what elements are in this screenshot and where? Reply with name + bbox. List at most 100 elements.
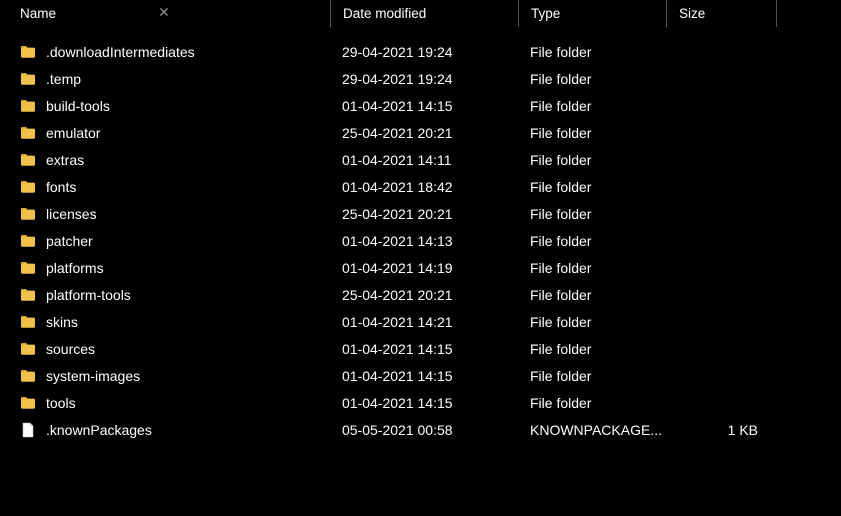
cell-size xyxy=(666,38,776,65)
file-name: build-tools xyxy=(46,98,110,114)
file-date: 01-04-2021 14:15 xyxy=(342,98,453,114)
file-icon xyxy=(20,422,36,438)
cell-date: 01-04-2021 14:15 xyxy=(330,92,518,119)
cell-type: File folder xyxy=(518,308,666,335)
file-name: .knownPackages xyxy=(46,422,152,438)
column-header-spacer xyxy=(776,0,841,27)
cell-date: 01-04-2021 14:19 xyxy=(330,254,518,281)
file-date: 01-04-2021 14:11 xyxy=(342,152,452,168)
table-row[interactable]: sources01-04-2021 14:15File folder xyxy=(0,335,841,362)
file-date: 25-04-2021 20:21 xyxy=(342,206,453,222)
cell-size xyxy=(666,173,776,200)
file-size: 1 KB xyxy=(728,422,758,438)
cell-name: platforms xyxy=(0,254,330,281)
cell-date: 01-04-2021 14:15 xyxy=(330,335,518,362)
file-name: .temp xyxy=(46,71,81,87)
file-date: 01-04-2021 14:21 xyxy=(342,314,453,330)
table-row[interactable]: emulator 25-04-2021 20:21File folder xyxy=(0,119,841,146)
cell-date: 05-05-2021 00:58 xyxy=(330,416,518,443)
cell-type: File folder xyxy=(518,335,666,362)
file-name: .downloadIntermediates xyxy=(46,44,195,60)
file-type: File folder xyxy=(530,44,591,60)
cell-date: 01-04-2021 18:42 xyxy=(330,173,518,200)
cell-type: File folder xyxy=(518,281,666,308)
table-row[interactable]: patcher 01-04-2021 14:13 File folder xyxy=(0,227,841,254)
folder-icon xyxy=(20,98,36,114)
table-row[interactable]: platform-tools 25-04-2021 20:21 File folde… xyxy=(0,281,841,308)
cell-size xyxy=(666,362,776,389)
close-icon[interactable]: ✕ xyxy=(158,4,170,21)
cell-size xyxy=(666,308,776,335)
table-row[interactable]: platforms 01-04-2021 14:19 File folder xyxy=(0,254,841,281)
table-row[interactable]: build-tools 01-04-2021 14:15 File folder xyxy=(0,92,841,119)
table-row[interactable]: tools 01-04-2021 14:15 File folder xyxy=(0,389,841,416)
cell-name: .temp xyxy=(0,65,330,92)
cell-type: File folder xyxy=(518,254,666,281)
cell-type: File folder xyxy=(518,227,666,254)
cell-date: 01-04-2021 14:15 xyxy=(330,389,518,416)
cell-type: File folder xyxy=(518,119,666,146)
cell-name: emulator xyxy=(0,119,330,146)
table-row[interactable]: system-images 01-04-2021 14:15 File folder xyxy=(0,362,841,389)
table-row[interactable]: .knownPackages 05-05-2021 00:58 KNOWNPACKA… xyxy=(0,416,841,443)
file-date: 01-04-2021 14:19 xyxy=(342,260,453,276)
folder-icon xyxy=(20,44,36,60)
file-type: File folder xyxy=(530,341,591,357)
file-date: 29-04-2021 19:24 xyxy=(342,71,453,87)
folder-icon xyxy=(20,179,36,195)
column-header-type[interactable]: Type xyxy=(518,0,666,27)
table-row[interactable]: licenses 25-04-2021 20:21 File folder xyxy=(0,200,841,227)
cell-type: File folder xyxy=(518,173,666,200)
cell-type: File folder xyxy=(518,200,666,227)
cell-size xyxy=(666,389,776,416)
cell-size xyxy=(666,335,776,362)
cell-date: 01-04-2021 14:13 xyxy=(330,227,518,254)
file-date: 01-04-2021 18:42 xyxy=(342,179,453,195)
table-row[interactable]: skins01-04-2021 14:21File folder xyxy=(0,308,841,335)
table-row[interactable]: .temp 29-04-2021 19:24 File folder xyxy=(0,65,841,92)
file-type: File folder xyxy=(530,314,591,330)
column-header-date[interactable]: Date modified xyxy=(330,0,518,27)
cell-size xyxy=(666,92,776,119)
cell-date: 25-04-2021 20:21 xyxy=(330,119,518,146)
file-type: KNOWNPACKAGE... xyxy=(530,422,662,438)
file-type: File folder xyxy=(530,71,591,87)
table-row[interactable]: extras01-04-2021 14:11File folder xyxy=(0,146,841,173)
file-type: File folder xyxy=(530,98,591,114)
column-header-size[interactable]: Size xyxy=(666,0,776,27)
cell-name: build-tools xyxy=(0,92,330,119)
folder-icon xyxy=(20,314,36,330)
file-name: tools xyxy=(46,395,76,411)
file-date: 01-04-2021 14:15 xyxy=(342,395,453,411)
file-type: File folder xyxy=(530,368,591,384)
file-type: File folder xyxy=(530,179,591,195)
file-name: system-images xyxy=(46,368,140,384)
cell-name: licenses xyxy=(0,200,330,227)
file-type: File folder xyxy=(530,395,591,411)
cell-date: 01-04-2021 14:21 xyxy=(330,308,518,335)
file-name: fonts xyxy=(46,179,76,195)
file-date: 01-04-2021 14:15 xyxy=(342,368,453,384)
cell-name: tools xyxy=(0,389,330,416)
file-name: platform-tools xyxy=(46,287,131,303)
cell-size xyxy=(666,146,776,173)
file-name: patcher xyxy=(46,233,93,249)
cell-date: 25-04-2021 20:21 xyxy=(330,281,518,308)
table-row[interactable]: .downloadIntermediates 29-04-2021 19:24 Fi… xyxy=(0,38,841,65)
table-row[interactable]: fonts 01-04-2021 18:42 File folder xyxy=(0,173,841,200)
folder-icon xyxy=(20,368,36,384)
cell-size xyxy=(666,281,776,308)
column-header-name[interactable]: Name ✕ xyxy=(0,0,330,27)
cell-date: 01-04-2021 14:15 xyxy=(330,362,518,389)
file-list: .downloadIntermediates 29-04-2021 19:24 Fi… xyxy=(0,28,841,443)
cell-type: File folder xyxy=(518,38,666,65)
file-date: 25-04-2021 20:21 xyxy=(342,287,453,303)
folder-icon xyxy=(20,260,36,276)
file-date: 29-04-2021 19:24 xyxy=(342,44,453,60)
file-name: emulator xyxy=(46,125,100,141)
file-date: 01-04-2021 14:13 xyxy=(342,233,453,249)
cell-type: File folder xyxy=(518,146,666,173)
column-header-name-label: Name xyxy=(20,6,56,21)
cell-name: fonts xyxy=(0,173,330,200)
file-name: licenses xyxy=(46,206,97,222)
